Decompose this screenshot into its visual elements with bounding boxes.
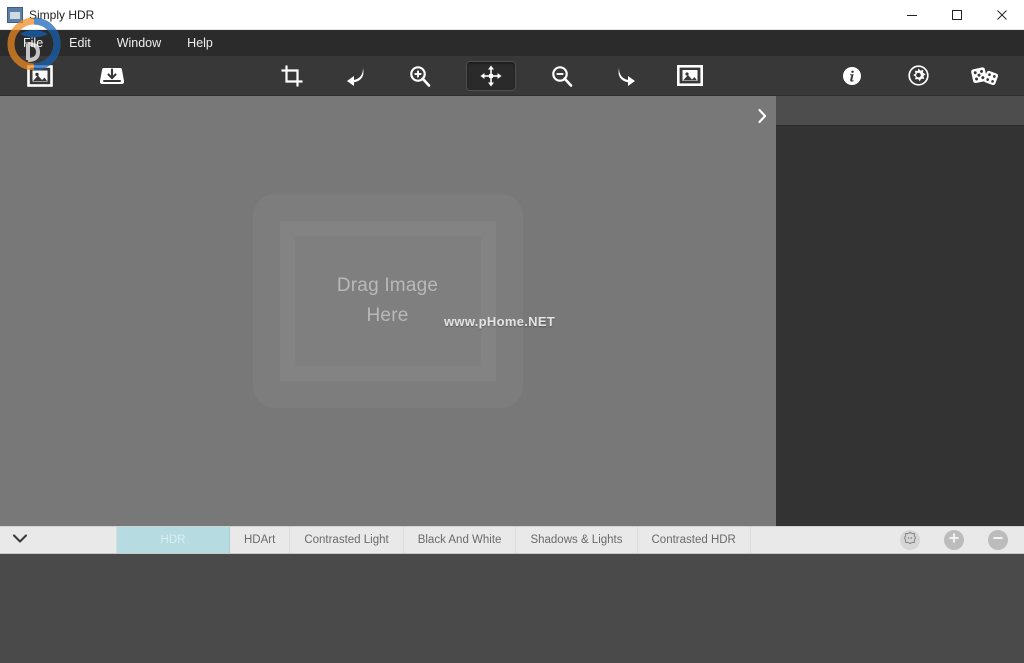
move-pan-icon	[480, 65, 502, 87]
toolbar-tools-group	[274, 60, 708, 91]
adjustments-panel	[776, 96, 1024, 526]
random-preset-button[interactable]	[966, 62, 1002, 90]
crop-icon	[281, 65, 303, 87]
fit-image-button[interactable]	[672, 62, 708, 90]
preset-options-button[interactable]	[900, 530, 920, 550]
dice-icon	[970, 65, 998, 87]
preset-tab-shadows-lights[interactable]: Shadows & Lights	[516, 527, 638, 553]
close-button[interactable]	[979, 0, 1024, 30]
dropzone-frame: Drag Image Here	[280, 221, 496, 381]
main-area: Drag Image Here	[0, 96, 1024, 526]
preset-bar-spacer	[40, 527, 116, 553]
save-drive-icon	[98, 65, 126, 87]
preset-tab-contrasted-hdr[interactable]: Contrasted HDR	[637, 527, 751, 553]
adjustments-panel-header	[776, 96, 1024, 126]
crop-tool-button[interactable]	[274, 62, 310, 90]
open-image-icon	[27, 64, 53, 87]
zoom-out-button[interactable]	[544, 62, 580, 90]
menu-bar: File Edit Window Help	[0, 30, 1024, 56]
expand-panel-button[interactable]	[748, 104, 776, 132]
menu-item-edit[interactable]: Edit	[56, 30, 104, 56]
preset-tab-contrasted-light[interactable]: Contrasted Light	[290, 527, 404, 553]
minus-icon	[992, 531, 1004, 549]
zoom-in-icon	[409, 65, 431, 87]
preset-tab-hdart[interactable]: HDArt	[230, 527, 291, 553]
redo-arrow-icon	[615, 65, 637, 87]
dropzone-label: Drag Image Here	[336, 275, 439, 326]
plus-icon	[948, 531, 960, 549]
maximize-button[interactable]	[934, 0, 979, 30]
toolbar-file-group	[0, 62, 130, 90]
preset-actions	[900, 527, 1024, 553]
preset-bar: HDR HDArt Contrasted Light Black And Whi…	[0, 526, 1024, 554]
window-controls	[889, 0, 1024, 30]
save-image-button[interactable]	[94, 62, 130, 90]
toolbar-utility-group	[834, 62, 1024, 90]
title-bar: Simply HDR	[0, 0, 1024, 30]
fit-image-icon	[677, 65, 703, 86]
undo-button[interactable]	[338, 62, 374, 90]
redo-button[interactable]	[608, 62, 644, 90]
settings-button[interactable]	[900, 62, 936, 90]
chevron-down-icon	[12, 531, 28, 549]
chevron-right-icon	[756, 108, 768, 129]
drag-image-dropzone[interactable]: Drag Image Here	[252, 194, 523, 408]
remove-preset-button[interactable]	[988, 530, 1008, 550]
menu-item-help[interactable]: Help	[174, 30, 226, 56]
info-button[interactable]	[834, 62, 870, 90]
image-document-icon	[7, 6, 23, 23]
adjustments-panel-body	[776, 126, 1024, 526]
window-title: Simply HDR	[29, 7, 95, 22]
thumbnail-filmstrip[interactable]	[0, 554, 1024, 663]
zoom-out-icon	[551, 65, 573, 87]
preset-tab-hdr[interactable]: HDR	[116, 527, 230, 553]
image-canvas[interactable]: Drag Image Here	[0, 96, 776, 526]
zoom-in-button[interactable]	[402, 62, 438, 90]
main-toolbar	[0, 56, 1024, 96]
menu-item-file[interactable]: File	[10, 30, 56, 56]
minimize-button[interactable]	[889, 0, 934, 30]
open-image-button[interactable]	[22, 62, 58, 90]
collapse-presets-button[interactable]	[0, 527, 40, 553]
menu-item-window[interactable]: Window	[104, 30, 174, 56]
simply-hdr-window: Simply HDR File Edit Window Help Drag Im…	[0, 0, 1024, 663]
pan-tool-button[interactable]	[466, 60, 516, 91]
add-preset-button[interactable]	[944, 530, 964, 550]
undo-arrow-icon	[345, 65, 367, 87]
overlay-watermark: www.pHome.NET	[444, 314, 556, 329]
preset-gear-icon	[903, 531, 917, 550]
gear-icon	[907, 65, 929, 86]
preset-tab-black-and-white[interactable]: Black And White	[403, 527, 517, 553]
info-circle-icon	[842, 66, 862, 86]
